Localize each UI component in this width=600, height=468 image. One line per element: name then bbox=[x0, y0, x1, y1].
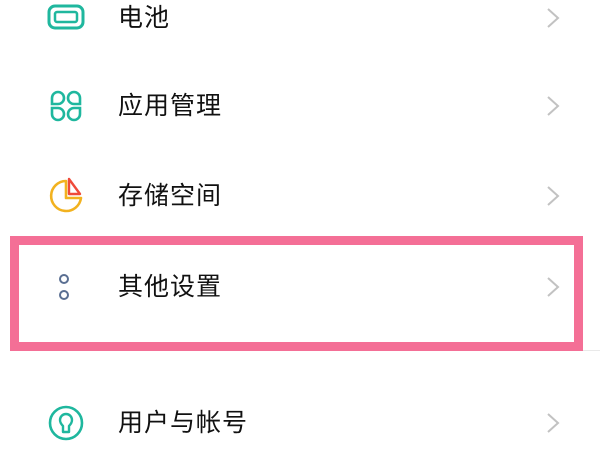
chevron-right-icon bbox=[543, 408, 563, 438]
chevron-right-icon bbox=[543, 91, 563, 121]
settings-item-label: 其他设置 bbox=[118, 272, 223, 301]
settings-item-other-settings[interactable]: 其他设置 bbox=[0, 242, 600, 332]
settings-item-label: 存储空间 bbox=[118, 181, 223, 210]
battery-icon bbox=[46, 0, 86, 38]
settings-item-label: 用户与帐号 bbox=[118, 408, 249, 437]
storage-pie-icon bbox=[46, 176, 86, 216]
settings-item-battery[interactable]: 电池 bbox=[0, 0, 600, 63]
chevron-right-icon bbox=[543, 272, 563, 302]
divider bbox=[118, 350, 600, 351]
settings-item-label: 电池 bbox=[118, 3, 171, 32]
settings-item-users-accounts[interactable]: 用户与帐号 bbox=[0, 378, 600, 468]
settings-item-app-management[interactable]: 应用管理 bbox=[0, 61, 600, 151]
settings-item-storage[interactable]: 存储空间 bbox=[0, 151, 600, 241]
chevron-right-icon bbox=[543, 181, 563, 211]
chevron-right-icon bbox=[543, 3, 563, 33]
more-dots-icon bbox=[46, 267, 86, 307]
settings-list: 电池 应用管理 存储空间 其他设置 用户与帐号 bbox=[0, 0, 600, 450]
apps-grid-icon bbox=[46, 86, 86, 126]
settings-item-label: 应用管理 bbox=[118, 91, 223, 120]
user-account-icon bbox=[46, 403, 86, 443]
